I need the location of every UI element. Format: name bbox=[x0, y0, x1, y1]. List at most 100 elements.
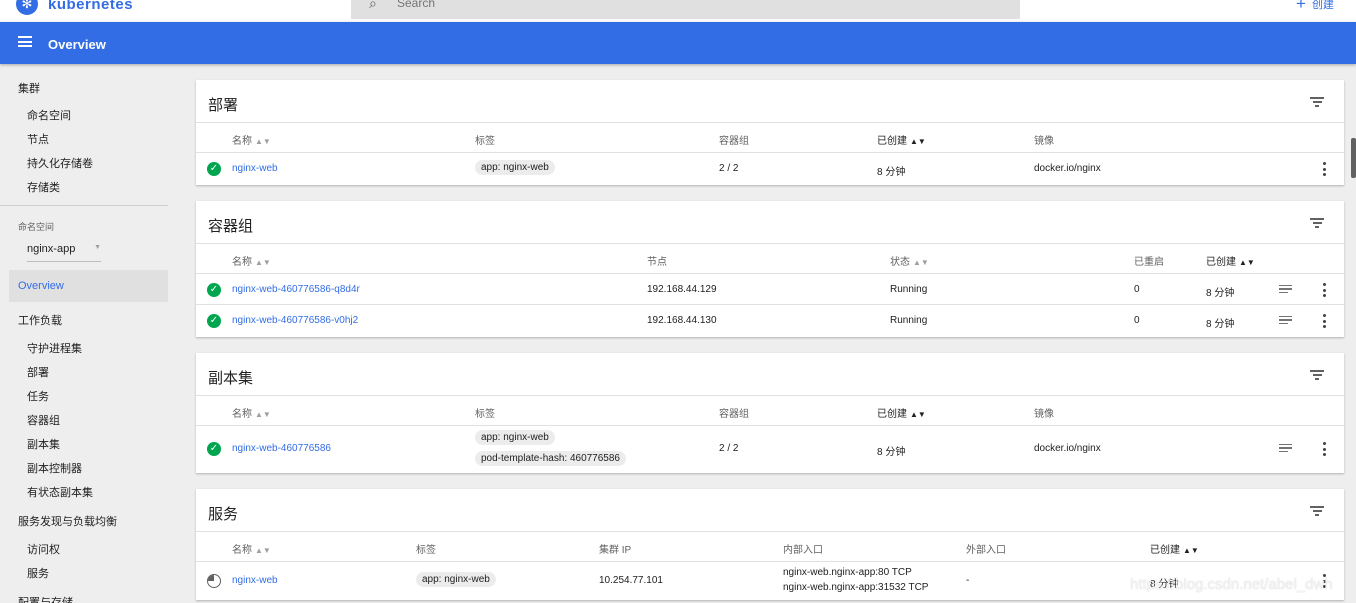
sidebar-item-stateful-sets[interactable]: 有状态副本集 bbox=[27, 484, 93, 500]
check-circle-icon: ✓ bbox=[207, 314, 221, 328]
deployments-title: 部署 bbox=[208, 97, 239, 114]
scrollbar-thumb[interactable] bbox=[1351, 138, 1356, 178]
column-header-created[interactable]: 已创建 ▲▼ bbox=[1150, 541, 1199, 556]
brand-logo[interactable]: ✻ kubernetes bbox=[16, 0, 133, 15]
pod-restarts: 0 bbox=[1134, 284, 1140, 295]
sidebar-item-storage-classes[interactable]: 存储类 bbox=[27, 179, 60, 195]
sidebar-item-nodes[interactable]: 节点 bbox=[27, 131, 49, 147]
label-chip: app: nginx-web bbox=[475, 160, 555, 175]
deployment-name-link[interactable]: nginx-web bbox=[232, 163, 278, 174]
sidebar-category-discovery[interactable]: 服务发现与负载均衡 bbox=[18, 513, 117, 529]
logs-icon[interactable] bbox=[1279, 316, 1292, 326]
created-age: 8 分钟 bbox=[877, 447, 906, 458]
sort-icon: ▲▼ bbox=[255, 546, 271, 555]
table-header: 名称 ▲▼ 节点 状态 ▲▼ 已重启 已创建 ▲▼ bbox=[196, 243, 1344, 274]
more-vert-icon[interactable] bbox=[1322, 283, 1326, 297]
column-header-internal-endpoints: 内部入口 bbox=[783, 545, 823, 556]
deployments-card: 部署 名称 ▲▼ 标签 容器组 已创建 ▲▼ 镜像 ✓ nginx-web app:… bbox=[196, 80, 1344, 185]
column-header-labels: 标签 bbox=[475, 136, 495, 147]
column-header-created[interactable]: 已创建 ▲▼ bbox=[877, 405, 926, 420]
sidebar-item-services[interactable]: 服务 bbox=[27, 565, 49, 581]
column-header-cluster-ip: 集群 IP bbox=[599, 545, 632, 556]
page-header: Overview bbox=[0, 22, 1356, 64]
sidebar-category-config[interactable]: 配置与存储 bbox=[18, 594, 73, 603]
create-button[interactable]: + 创建 bbox=[1296, 0, 1334, 14]
sort-icon: ▲▼ bbox=[910, 410, 926, 419]
brand-name: kubernetes bbox=[48, 0, 134, 13]
sidebar-item-namespaces[interactable]: 命名空间 bbox=[27, 107, 71, 123]
more-vert-icon[interactable] bbox=[1322, 442, 1326, 456]
column-header-name[interactable]: 名称 ▲▼ bbox=[232, 132, 271, 147]
created-age: 8 分钟 bbox=[1206, 319, 1235, 330]
sidebar-item-replication-controllers[interactable]: 副本控制器 bbox=[27, 460, 82, 476]
helm-wheel-icon: ✻ bbox=[16, 0, 38, 15]
column-header-pods: 容器组 bbox=[719, 409, 749, 420]
replicaset-name-link[interactable]: nginx-web-460776586 bbox=[232, 443, 331, 454]
create-label: 创建 bbox=[1311, 0, 1334, 11]
sidebar-item-overview-label: Overview bbox=[18, 280, 64, 292]
sidebar-item-daemon-sets[interactable]: 守护进程集 bbox=[27, 340, 82, 356]
label-chip: app: nginx-web bbox=[475, 430, 555, 445]
column-header-name[interactable]: 名称 ▲▼ bbox=[232, 405, 271, 420]
sidebar-item-deployments[interactable]: 部署 bbox=[27, 364, 49, 380]
sidebar-item-pods[interactable]: 容器组 bbox=[27, 412, 60, 428]
namespace-select[interactable]: nginx-app ▼ bbox=[27, 240, 101, 262]
logs-icon[interactable] bbox=[1279, 285, 1292, 295]
pod-node: 192.168.44.129 bbox=[647, 284, 717, 295]
sidebar-item-persistent-volumes[interactable]: 持久化存储卷 bbox=[27, 155, 93, 171]
check-circle-icon: ✓ bbox=[207, 442, 221, 456]
column-header-pods: 容器组 bbox=[719, 136, 749, 147]
more-vert-icon[interactable] bbox=[1322, 314, 1326, 328]
logs-icon[interactable] bbox=[1279, 444, 1292, 454]
column-header-labels: 标签 bbox=[475, 409, 495, 420]
services-title: 服务 bbox=[208, 506, 239, 523]
more-vert-icon[interactable] bbox=[1322, 162, 1326, 176]
check-circle-icon: ✓ bbox=[207, 162, 221, 176]
filter-icon[interactable] bbox=[1310, 218, 1324, 228]
pod-status: Running bbox=[890, 284, 928, 295]
created-age: 8 分钟 bbox=[1206, 288, 1235, 299]
filter-icon[interactable] bbox=[1310, 506, 1324, 516]
table-row: ✓ nginx-web app: nginx-web 2 / 2 8 分钟 do… bbox=[196, 153, 1344, 185]
column-header-created[interactable]: 已创建 ▲▼ bbox=[877, 132, 926, 147]
sidebar-category-workloads[interactable]: 工作负载 bbox=[18, 312, 62, 328]
sidebar-item-replica-sets[interactable]: 副本集 bbox=[27, 436, 60, 452]
column-header-external-endpoints: 外部入口 bbox=[966, 545, 1006, 556]
namespace-label: 命名空间 bbox=[18, 222, 55, 232]
pending-status-icon bbox=[207, 574, 221, 588]
filter-icon[interactable] bbox=[1310, 370, 1324, 380]
replicasets-title: 副本集 bbox=[208, 370, 254, 387]
table-header: 名称 ▲▼ 标签 容器组 已创建 ▲▼ 镜像 bbox=[196, 395, 1344, 426]
pod-node: 192.168.44.130 bbox=[647, 315, 717, 326]
search-bar[interactable]: ⌕ bbox=[351, 0, 1020, 19]
sidebar-item-jobs[interactable]: 任务 bbox=[27, 388, 49, 404]
replicasets-card: 副本集 名称 ▲▼ 标签 容器组 已创建 ▲▼ 镜像 ✓ nginx-web-460… bbox=[196, 353, 1344, 473]
hamburger-menu-icon[interactable] bbox=[18, 36, 32, 47]
column-header-status[interactable]: 状态 ▲▼ bbox=[890, 253, 929, 268]
column-header-images: 镜像 bbox=[1034, 409, 1054, 420]
pod-name-link[interactable]: nginx-web-460776586-v0hj2 bbox=[232, 315, 358, 326]
external-endpoint: - bbox=[966, 575, 970, 586]
table-row: ✓ nginx-web-460776586 app: nginx-web pod… bbox=[196, 426, 1344, 472]
service-name-link[interactable]: nginx-web bbox=[232, 575, 278, 586]
image-name: docker.io/nginx bbox=[1034, 163, 1101, 174]
sort-icon: ▲▼ bbox=[1183, 546, 1199, 555]
sidebar-item-overview[interactable]: Overview bbox=[9, 270, 168, 302]
column-header-name[interactable]: 名称 ▲▼ bbox=[232, 253, 271, 268]
internal-endpoint: nginx-web.nginx-app:80 TCP bbox=[783, 567, 912, 578]
column-header-restarts: 已重启 bbox=[1134, 257, 1164, 268]
sidebar-item-ingresses[interactable]: 访问权 bbox=[27, 541, 60, 557]
search-input[interactable] bbox=[397, 0, 697, 10]
sidebar-category-cluster[interactable]: 集群 bbox=[18, 80, 40, 96]
column-header-name[interactable]: 名称 ▲▼ bbox=[232, 541, 271, 556]
pod-restarts: 0 bbox=[1134, 315, 1140, 326]
column-header-created[interactable]: 已创建 ▲▼ bbox=[1206, 253, 1255, 268]
caret-down-icon: ▼ bbox=[94, 244, 101, 251]
sort-icon: ▲▼ bbox=[255, 258, 271, 267]
pod-status: Running bbox=[890, 315, 928, 326]
sort-icon: ▲▼ bbox=[1239, 258, 1255, 267]
column-header-node: 节点 bbox=[647, 257, 667, 268]
filter-icon[interactable] bbox=[1310, 97, 1324, 107]
label-chip: pod-template-hash: 460776586 bbox=[475, 451, 626, 466]
pod-name-link[interactable]: nginx-web-460776586-q8d4r bbox=[232, 284, 360, 295]
